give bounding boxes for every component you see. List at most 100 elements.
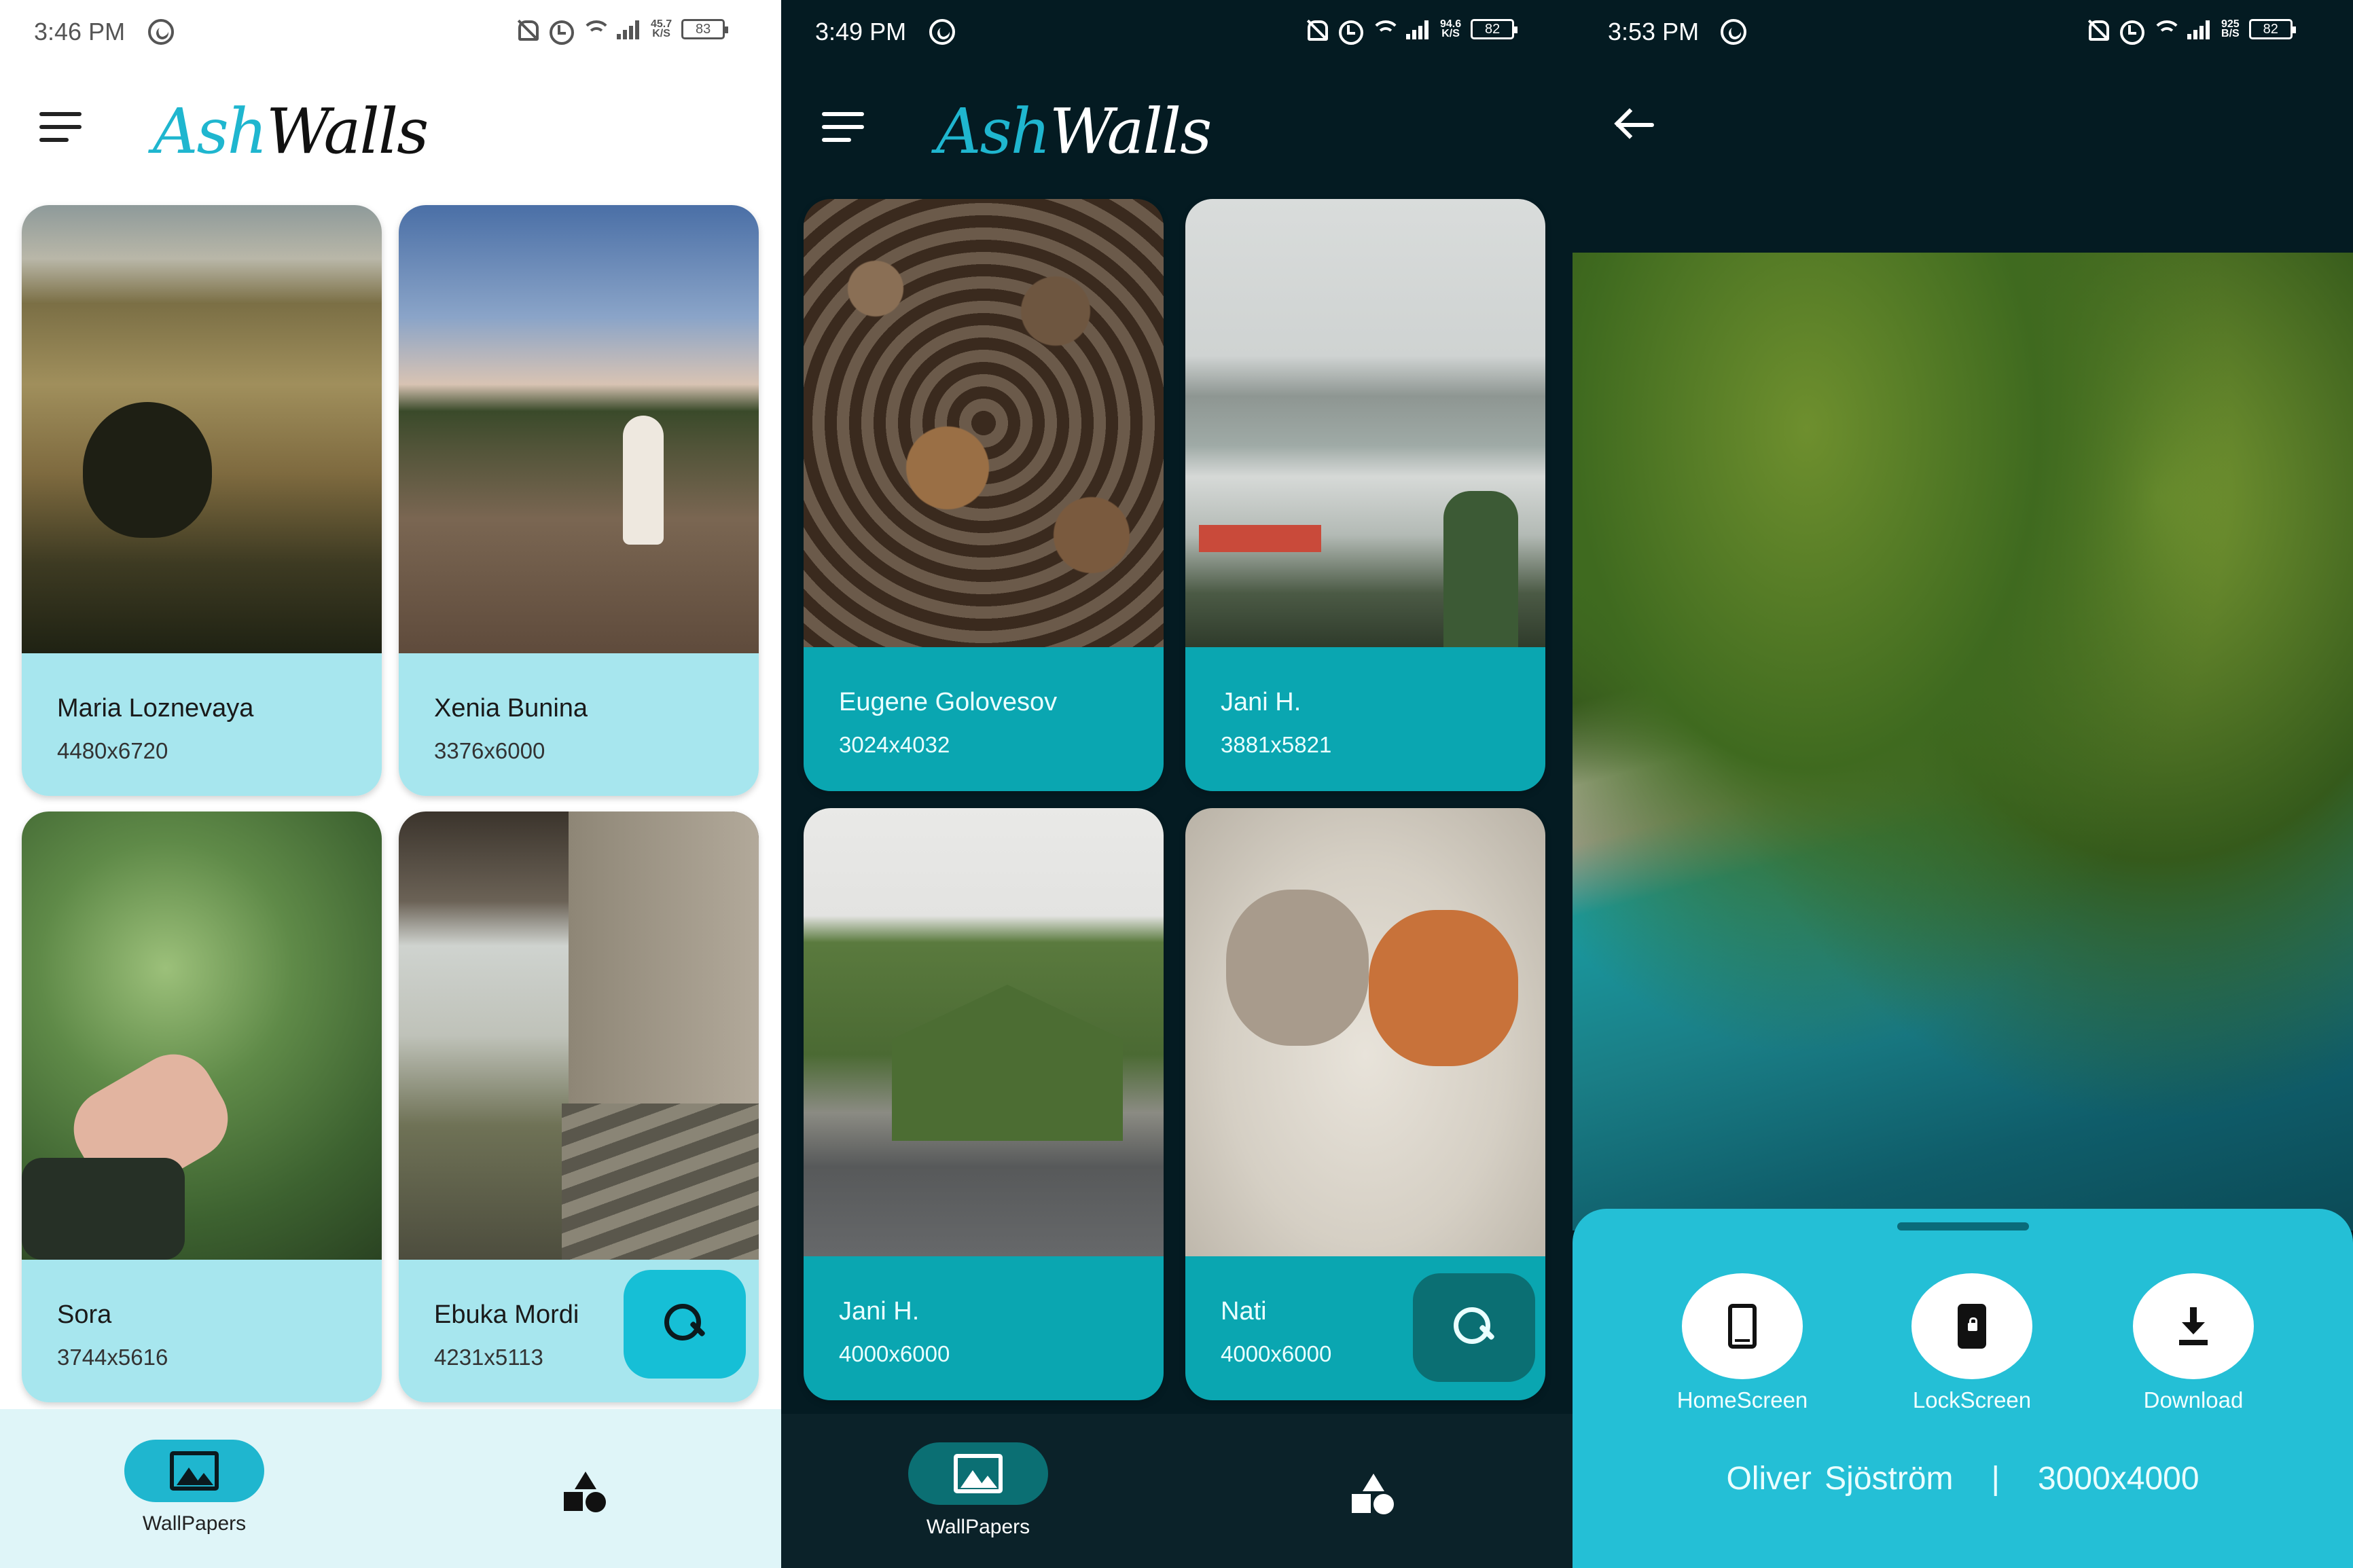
phone-icon — [1728, 1304, 1757, 1349]
alarm-icon — [2118, 18, 2144, 45]
status-time: 3:46 PM — [34, 18, 126, 45]
image-resolution: 3024x4032 — [839, 732, 950, 757]
set-lockscreen-button[interactable]: LockScreen — [1890, 1273, 2053, 1413]
image-resolution: 4000x6000 — [839, 1341, 950, 1366]
logo-part-ash: Ash — [153, 95, 268, 168]
wifi-icon — [1369, 18, 1401, 41]
whatsapp-icon — [1721, 19, 1746, 45]
search-icon — [1454, 1307, 1494, 1348]
logo-part-walls: Walls — [1049, 95, 1212, 168]
wallpaper-image[interactable] — [399, 205, 759, 653]
image-resolution: 4000x6000 — [1221, 1341, 1332, 1366]
photographer-name: Jani H. — [839, 1297, 920, 1326]
image-resolution: 3376x6000 — [434, 738, 545, 763]
menu-icon[interactable] — [822, 112, 864, 146]
wallpaper-card[interactable]: Jani H. 3881x5821 — [1185, 199, 1545, 791]
battery-icon: 82 — [1471, 19, 1518, 39]
wallpaper-card[interactable]: Maria Loznevaya 4480x6720 — [22, 205, 382, 796]
status-bar: 3:46 PM 45.7 K/S 83 — [0, 0, 781, 68]
search-button[interactable] — [624, 1270, 746, 1379]
download-circle[interactable] — [2133, 1273, 2254, 1379]
categories-icon[interactable] — [1352, 1474, 1395, 1514]
signal-icon — [1406, 19, 1431, 39]
app-logo: AshWalls — [153, 95, 429, 168]
status-bar: 3:53 PM 925 B/S 82 — [1573, 0, 2353, 68]
credit-separator: | — [1991, 1461, 2000, 1497]
back-arrow-icon[interactable] — [1615, 107, 1655, 141]
set-homescreen-button[interactable]: HomeScreen — [1661, 1273, 1824, 1413]
wallpaper-image[interactable] — [22, 812, 382, 1260]
wallpaper-image[interactable] — [804, 199, 1164, 647]
photographer-name: Maria Loznevaya — [57, 694, 254, 723]
logo-part-walls: Walls — [266, 95, 429, 168]
status-time: 3:49 PM — [815, 18, 907, 45]
wallpaper-image[interactable] — [22, 205, 382, 653]
image-resolution: 4480x6720 — [57, 738, 168, 763]
menu-icon[interactable] — [39, 112, 82, 146]
wallpaper-card[interactable]: Xenia Bunina 3376x6000 — [399, 205, 759, 796]
whatsapp-icon — [148, 19, 174, 45]
bell-off-icon — [1304, 18, 1328, 41]
status-icons: 925 B/S 82 — [2085, 18, 2296, 45]
wallpaper-credit: Oliver Sjöström | 3000x4000 — [1573, 1460, 2353, 1497]
battery-icon: 82 — [2248, 19, 2296, 39]
sheet-drag-handle[interactable] — [1897, 1222, 2029, 1230]
status-bar: 3:49 PM 94.6 K/S 82 — [781, 0, 1573, 68]
screen-dark-home: 3:49 PM 94.6 K/S 82 AshWalls Eugene Golov… — [781, 0, 1573, 1568]
screen-light-home: 3:46 PM 45.7 K/S 83 AshWalls Maria Loznev… — [0, 0, 781, 1568]
homescreen-label: HomeScreen — [1676, 1387, 1808, 1412]
wallpaper-image[interactable] — [804, 808, 1164, 1256]
status-icons: 45.7 K/S 83 — [515, 18, 729, 45]
photographer-name: Nati — [1221, 1297, 1267, 1326]
photographer-name: Jani H. — [1221, 688, 1301, 716]
download-button[interactable]: Download — [2112, 1273, 2275, 1413]
wallpaper-image[interactable] — [399, 812, 759, 1260]
nav-wallpapers[interactable] — [124, 1440, 264, 1502]
lockscreen-circle[interactable] — [1911, 1273, 2032, 1379]
categories-icon[interactable] — [564, 1472, 607, 1512]
battery-icon: 83 — [681, 19, 729, 39]
card-caption: Maria Loznevaya 4480x6720 — [22, 653, 382, 796]
alarm-icon — [547, 18, 574, 45]
wifi-icon — [580, 18, 611, 41]
wallpaper-preview-image — [1573, 253, 2353, 1230]
network-speed: 94.6 K/S — [1440, 19, 1461, 39]
card-caption: Sora 3744x5616 — [22, 1260, 382, 1402]
bottom-navigation: WallPapers — [781, 1414, 1573, 1568]
logo-part-ash: Ash — [936, 95, 1051, 168]
download-icon — [2178, 1307, 2209, 1345]
photographer-name: Xenia Bunina — [434, 694, 588, 723]
screen-wallpaper-detail: 3:53 PM 925 B/S 82 HomeScreen LockScreen … — [1573, 0, 2353, 1568]
author-name: Oliver Sjöström — [1726, 1461, 1954, 1497]
bottom-navigation: WallPapers — [0, 1409, 781, 1568]
network-speed: 45.7 K/S — [651, 19, 672, 39]
card-caption: Jani H. 4000x6000 — [804, 1256, 1164, 1400]
network-speed: 925 B/S — [2221, 19, 2240, 39]
image-resolution: 3744x5616 — [57, 1345, 168, 1370]
wallpaper-card[interactable]: Jani H. 4000x6000 — [804, 808, 1164, 1400]
app-logo: AshWalls — [936, 95, 1212, 168]
image-icon — [954, 1454, 1003, 1493]
image-resolution: 4231x5113 — [434, 1345, 543, 1370]
wallpaper-card[interactable]: Eugene Golovesov 3024x4032 — [804, 199, 1164, 791]
nav-wallpapers-label: WallPapers — [926, 1516, 1030, 1538]
credit-resolution: 3000x4000 — [2037, 1461, 2199, 1497]
wallpaper-image[interactable] — [1185, 808, 1545, 1256]
speed-unit: B/S — [2221, 28, 2240, 39]
photographer-name: Ebuka Mordi — [434, 1300, 579, 1329]
homescreen-circle[interactable] — [1682, 1273, 1803, 1379]
photographer-name: Eugene Golovesov — [839, 688, 1058, 716]
download-label: Download — [2143, 1387, 2244, 1412]
speed-unit: K/S — [1441, 28, 1460, 39]
bell-off-icon — [2085, 18, 2109, 41]
signal-icon — [617, 19, 641, 39]
card-caption: Jani H. 3881x5821 — [1185, 647, 1545, 791]
signal-icon — [2187, 19, 2212, 39]
speed-unit: K/S — [652, 28, 670, 39]
image-icon — [170, 1451, 219, 1491]
wallpaper-card[interactable]: Sora 3744x5616 — [22, 812, 382, 1402]
wallpaper-image[interactable] — [1185, 199, 1545, 647]
search-button[interactable] — [1413, 1273, 1535, 1382]
nav-wallpapers[interactable] — [908, 1442, 1048, 1505]
bell-off-icon — [515, 18, 539, 41]
